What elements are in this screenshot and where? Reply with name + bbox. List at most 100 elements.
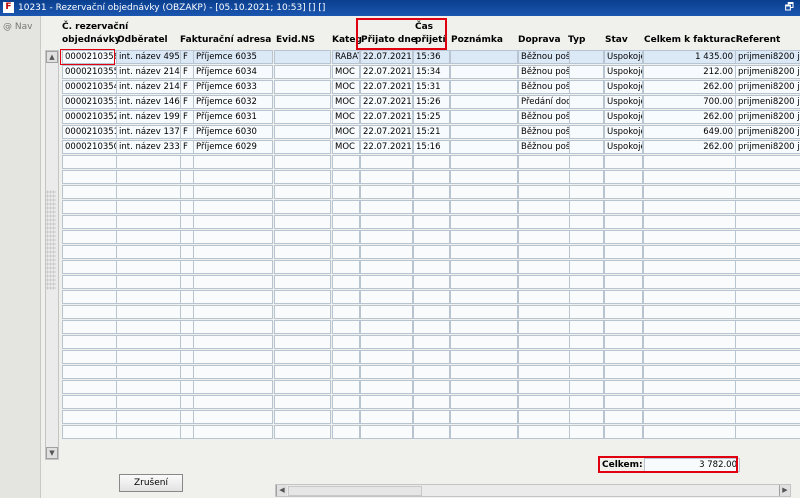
cell-poz[interactable]	[450, 230, 518, 244]
cell-celkem[interactable]	[643, 380, 736, 394]
cell-prijato[interactable]	[360, 170, 413, 184]
cell-prijato[interactable]: 22.07.2021	[360, 140, 413, 154]
cell-odb[interactable]	[116, 395, 181, 409]
cell-kateg[interactable]	[332, 185, 360, 199]
cell-typ[interactable]	[569, 335, 604, 349]
cell-kateg[interactable]: MOC	[332, 110, 360, 124]
cell-cas[interactable]	[413, 290, 450, 304]
cell-typ[interactable]	[569, 125, 604, 139]
cell-typ[interactable]	[569, 260, 604, 274]
cell-celkem[interactable]	[643, 365, 736, 379]
cell-evid[interactable]	[274, 380, 331, 394]
cell-ref[interactable]	[735, 260, 800, 274]
cell-kateg[interactable]: MOC	[332, 95, 360, 109]
cell-evid[interactable]	[274, 110, 331, 124]
cell-typ[interactable]	[569, 200, 604, 214]
cell-stav[interactable]	[604, 365, 643, 379]
cell-rez[interactable]	[62, 320, 117, 334]
cell-kateg[interactable]	[332, 380, 360, 394]
navigator-button[interactable]: @ Nav	[3, 22, 32, 32]
cell-dop[interactable]	[518, 155, 570, 169]
cell-f[interactable]: F	[180, 125, 194, 139]
cell-prijato[interactable]	[360, 185, 413, 199]
cell-dop[interactable]	[518, 275, 570, 289]
cell-stav[interactable]: Uspokoje	[604, 110, 643, 124]
cell-kateg[interactable]	[332, 275, 360, 289]
cell-adresa[interactable]: Příjemce 6032	[193, 95, 273, 109]
cell-celkem[interactable]	[643, 350, 736, 364]
cell-f[interactable]	[180, 155, 194, 169]
cell-typ[interactable]	[569, 185, 604, 199]
cell-f[interactable]	[180, 305, 194, 319]
cell-adresa[interactable]	[193, 320, 273, 334]
cell-f[interactable]	[180, 395, 194, 409]
cell-rez[interactable]	[62, 185, 117, 199]
cell-f[interactable]	[180, 290, 194, 304]
cell-dop[interactable]	[518, 350, 570, 364]
cell-poz[interactable]	[450, 425, 518, 439]
cell-ref[interactable]	[735, 215, 800, 229]
cell-typ[interactable]	[569, 290, 604, 304]
cell-adresa[interactable]	[193, 350, 273, 364]
cell-kateg[interactable]: MOC	[332, 140, 360, 154]
cell-ref[interactable]	[735, 425, 800, 439]
cell-typ[interactable]	[569, 320, 604, 334]
cell-f[interactable]: F	[180, 50, 194, 64]
cell-f[interactable]	[180, 230, 194, 244]
cell-celkem[interactable]: 700.00	[643, 95, 736, 109]
cell-stav[interactable]	[604, 245, 643, 259]
cell-f[interactable]	[180, 215, 194, 229]
cell-celkem[interactable]	[643, 245, 736, 259]
cell-evid[interactable]	[274, 50, 331, 64]
cell-poz[interactable]	[450, 305, 518, 319]
cell-celkem[interactable]: 262.00	[643, 80, 736, 94]
cell-adresa[interactable]	[193, 170, 273, 184]
cell-celkem[interactable]: 212.00	[643, 65, 736, 79]
cell-odb[interactable]	[116, 170, 181, 184]
cell-evid[interactable]	[274, 290, 331, 304]
cell-poz[interactable]	[450, 215, 518, 229]
cell-ref[interactable]	[735, 320, 800, 334]
cell-kateg[interactable]	[332, 395, 360, 409]
cell-rez[interactable]: 0000210351	[62, 125, 117, 139]
cell-celkem[interactable]: 1 435.00	[643, 50, 736, 64]
cell-evid[interactable]	[274, 170, 331, 184]
cell-evid[interactable]	[274, 260, 331, 274]
cell-poz[interactable]	[450, 65, 518, 79]
cell-typ[interactable]	[569, 140, 604, 154]
cell-rez[interactable]	[62, 275, 117, 289]
cell-typ[interactable]	[569, 305, 604, 319]
cell-prijato[interactable]	[360, 290, 413, 304]
cell-cas[interactable]: 15:34	[413, 65, 450, 79]
cell-ref[interactable]	[735, 380, 800, 394]
cell-adresa[interactable]: Příjemce 6030	[193, 125, 273, 139]
cell-dop[interactable]	[518, 290, 570, 304]
cell-poz[interactable]	[450, 155, 518, 169]
cell-evid[interactable]	[274, 365, 331, 379]
cell-kateg[interactable]	[332, 170, 360, 184]
cell-rez[interactable]	[62, 425, 117, 439]
cell-odb[interactable]	[116, 335, 181, 349]
cell-kateg[interactable]: RABAT	[332, 50, 360, 64]
cell-poz[interactable]	[450, 80, 518, 94]
cell-poz[interactable]	[450, 125, 518, 139]
cell-prijato[interactable]	[360, 320, 413, 334]
cell-prijato[interactable]	[360, 230, 413, 244]
cell-f[interactable]	[180, 275, 194, 289]
cell-evid[interactable]	[274, 140, 331, 154]
cell-typ[interactable]	[569, 215, 604, 229]
cell-rez[interactable]	[62, 410, 117, 424]
cell-odb[interactable]	[116, 350, 181, 364]
cell-poz[interactable]	[450, 380, 518, 394]
cell-rez[interactable]	[62, 245, 117, 259]
cell-celkem[interactable]	[643, 335, 736, 349]
cell-typ[interactable]	[569, 170, 604, 184]
cell-stav[interactable]	[604, 155, 643, 169]
cell-stav[interactable]: Uspokoje	[604, 65, 643, 79]
cell-celkem[interactable]	[643, 395, 736, 409]
cell-rez[interactable]	[62, 230, 117, 244]
cell-f[interactable]: F	[180, 65, 194, 79]
cell-rez[interactable]: 0000210353	[62, 95, 117, 109]
cell-poz[interactable]	[450, 395, 518, 409]
scroll-up-icon[interactable]: ▲	[46, 51, 58, 63]
